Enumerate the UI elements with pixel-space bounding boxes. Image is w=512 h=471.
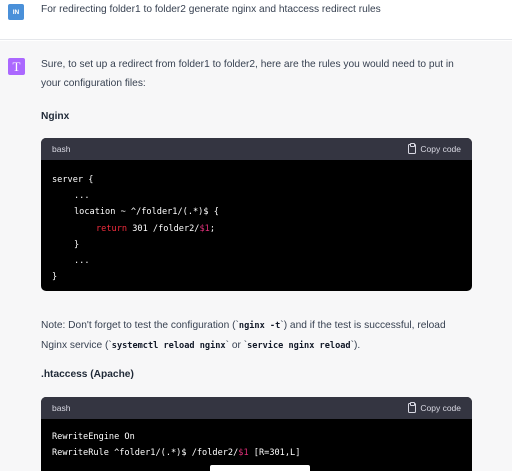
code-content: server {... location ~ ^/folder1/(.*)$ { r… <box>41 160 472 291</box>
code-line: RewriteEngine On <box>52 432 135 442</box>
user-message-text: For redirecting folder1 to folder2 gener… <box>41 4 381 15</box>
code-header: bash Copy code <box>41 138 472 160</box>
copy-code-button[interactable]: Copy code <box>408 142 461 154</box>
nginx-code-block: bash Copy code server {... location ~ ^/f… <box>41 138 472 291</box>
note-text: `) and if the test is successful, reload <box>280 320 446 331</box>
code-line: } <box>52 272 58 283</box>
note-text: Nginx service (` <box>41 340 112 351</box>
note-text: ` or ` <box>225 340 248 351</box>
code-line: location ~ ^/folder1/(.*)$ { <box>74 207 219 218</box>
note-line-2: Nginx service (`systemctl reload nginx` … <box>41 336 446 356</box>
htaccess-code-block: bash Copy code RewriteEngine On RewriteRu… <box>41 397 472 471</box>
assistant-message-row: T Sure, to set up a redirect from folder… <box>0 41 512 471</box>
code-header: bash Copy code <box>41 397 472 419</box>
code-line: ... <box>74 256 90 267</box>
note-text: `). <box>350 340 361 351</box>
inline-code: nginx -t <box>238 321 281 331</box>
code-variable: $1 <box>199 223 210 234</box>
nginx-heading: Nginx <box>41 111 70 122</box>
user-message-row: IN For redirecting folder1 to folder2 ge… <box>0 0 512 40</box>
user-avatar: IN <box>8 4 24 20</box>
code-line: server { <box>52 175 94 185</box>
code-line: return 301 /folder2/$1; <box>52 221 461 237</box>
intro-line-2: your configuration files: <box>41 78 146 89</box>
keyword-return: return <box>96 223 128 234</box>
code-text: 301 /folder2/ <box>127 223 200 234</box>
copy-code-label: Copy code <box>420 403 461 413</box>
clipboard-icon <box>408 142 417 154</box>
htaccess-heading: .htaccess (Apache) <box>41 369 134 380</box>
assistant-avatar: T <box>8 58 25 75</box>
code-text: RewriteRule ^folder1/(.*)$ /folder2/ <box>52 448 239 459</box>
code-line: } <box>74 239 80 250</box>
code-language-label: bash <box>52 403 71 413</box>
copy-code-label: Copy code <box>420 144 461 154</box>
clipboard-icon <box>408 401 417 413</box>
code-language-label: bash <box>52 144 71 154</box>
code-line: ... <box>74 191 90 202</box>
overlay-popup-edge <box>210 465 310 471</box>
note-line-1: Note: Don't forget to test the configura… <box>41 316 446 336</box>
assistant-intro: Sure, to set up a redirect from folder1 … <box>41 55 454 93</box>
note-text: Note: Don't forget to test the configura… <box>41 320 239 331</box>
code-line: RewriteRule ^folder1/(.*)$ /folder2/$1 [… <box>52 445 461 461</box>
code-text: [R=301,L] <box>248 448 301 459</box>
inline-code: service nginx reload <box>247 341 351 351</box>
code-content: RewriteEngine On RewriteRule ^folder1/(.*… <box>41 419 472 471</box>
inline-code: systemctl reload nginx <box>111 341 226 351</box>
intro-line-1: Sure, to set up a redirect from folder1 … <box>41 59 454 70</box>
copy-code-button[interactable]: Copy code <box>408 401 461 413</box>
assistant-note: Note: Don't forget to test the configura… <box>41 316 446 356</box>
code-text: ; <box>209 223 216 234</box>
code-variable: $1 <box>238 448 249 459</box>
